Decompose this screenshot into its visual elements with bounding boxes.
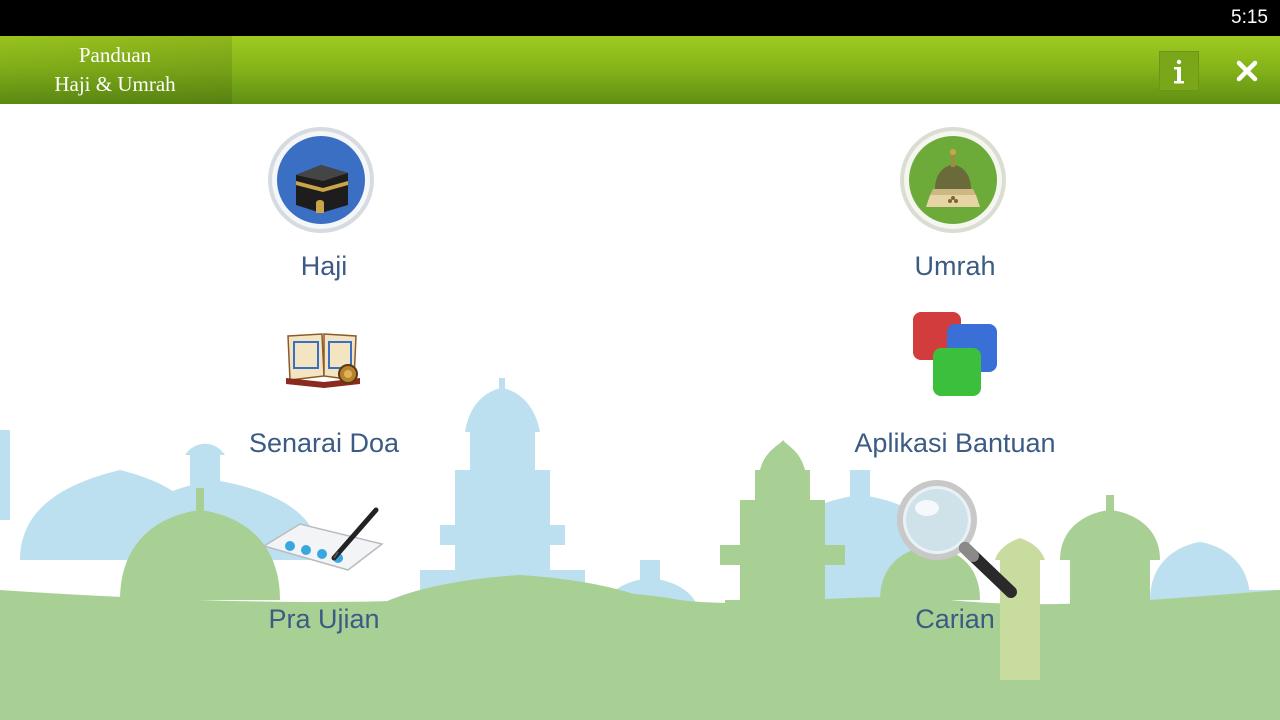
exam-sheet-icon — [262, 507, 384, 571]
menu-item-senarai-doa[interactable]: Senarai Doa — [174, 304, 474, 464]
menu-label-carian: Carian — [915, 604, 995, 634]
quran-book-icon — [286, 333, 360, 388]
menu-label-haji: Haji — [300, 251, 348, 281]
magnifier-icon — [897, 480, 1017, 598]
apps-squares-icon — [913, 312, 997, 396]
app-title-line1: Panduan — [78, 43, 152, 67]
menu-item-pra-ujian[interactable]: Pra Ujian — [174, 488, 474, 648]
mosque-dome-icon — [900, 127, 1006, 233]
menu-item-carian[interactable]: Carian — [805, 476, 1105, 648]
close-button[interactable] — [1226, 50, 1268, 92]
app-title: Panduan Haji & Umrah — [0, 41, 230, 99]
status-time: 5:15 — [1231, 7, 1268, 28]
info-icon — [1174, 59, 1184, 84]
app-title-line2: Haji & Umrah — [54, 72, 176, 96]
menu-label-pra-ujian: Pra Ujian — [268, 604, 380, 634]
menu-label-aplikasi-bantuan: Aplikasi Bantuan — [854, 428, 1056, 458]
menu-item-aplikasi-bantuan[interactable]: Aplikasi Bantuan — [805, 304, 1105, 464]
app-title-block: Panduan Haji & Umrah — [0, 36, 232, 104]
menu-label-senarai-doa: Senarai Doa — [248, 428, 400, 458]
menu-item-umrah[interactable]: Umrah — [805, 104, 1105, 294]
app-bar: Panduan Haji & Umrah — [0, 36, 1280, 104]
menu-label-umrah: Umrah — [914, 251, 996, 281]
status-bar: 5:15 — [0, 0, 1280, 36]
info-button[interactable] — [1159, 51, 1199, 91]
menu-item-haji[interactable]: Haji — [174, 104, 474, 294]
kaaba-icon — [268, 127, 374, 233]
close-icon — [1236, 60, 1258, 82]
